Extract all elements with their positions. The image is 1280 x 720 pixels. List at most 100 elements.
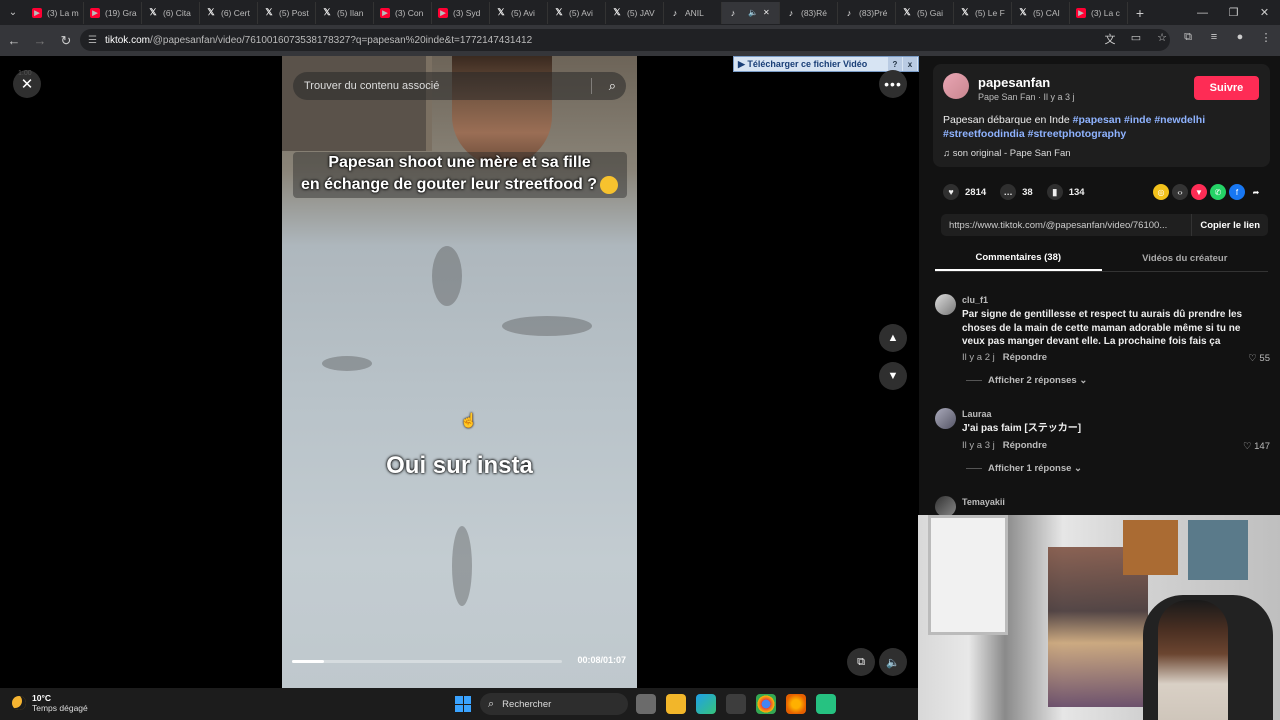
taskbar-search[interactable]: ⌕ Rechercher [480, 693, 628, 715]
save-button[interactable]: ▮ 134 [1046, 184, 1085, 200]
creator-avatar[interactable] [943, 73, 969, 99]
whatsapp-icon[interactable]: ✆ [1210, 184, 1226, 200]
forward-icon[interactable]: → [28, 29, 52, 53]
tab-creator-videos[interactable]: Vidéos du créateur [1102, 246, 1269, 271]
comment-button[interactable]: … 38 [1000, 184, 1033, 200]
back-icon[interactable]: ← [2, 29, 26, 53]
related-search-placeholder: Trouver du contenu associé [304, 80, 440, 92]
close-window-icon[interactable]: ✕ [1249, 0, 1280, 25]
video-link-url[interactable]: https://www.tiktok.com/@papesanfan/video… [941, 220, 1191, 231]
browser-menu-icon[interactable]: ⋮ [1258, 31, 1274, 47]
task-view-icon[interactable] [636, 694, 656, 714]
browser-tab[interactable]: 𝕏 (5) Gai [896, 1, 954, 24]
send-icon[interactable]: ▼ [1191, 184, 1207, 200]
browser-tab[interactable]: ♪ (83)Ré [780, 1, 838, 24]
reply-button[interactable]: Répondre [1003, 352, 1047, 363]
browser-tab[interactable]: 𝕏 (5) CAI [1012, 1, 1070, 24]
media-controls-icon[interactable]: ≡ [1206, 31, 1222, 47]
browser-tab[interactable]: 𝕏 (5) Le F [954, 1, 1012, 24]
download-close-button[interactable]: x [903, 57, 917, 71]
restore-icon[interactable]: ❐ [1218, 0, 1249, 25]
browser-tab[interactable]: ▶ (19) Gra [84, 1, 142, 24]
comment-username[interactable]: clu_f1 [962, 295, 988, 305]
chrome-icon[interactable] [756, 694, 776, 714]
hashtag-link[interactable]: #streetfoodindia [943, 128, 1025, 140]
video-player[interactable] [282, 56, 637, 688]
video-frame-stain [322, 356, 372, 371]
picture-in-picture-button[interactable]: ⧉ [847, 648, 875, 676]
new-tab-button[interactable]: + [1128, 5, 1152, 21]
reply-button[interactable]: Répondre [1003, 440, 1047, 451]
show-replies-button[interactable]: Afficher 1 réponse ⌄ [966, 463, 1082, 474]
volume-button[interactable]: 🔈 [879, 648, 907, 676]
weather-widget[interactable]: 10°C Temps dégagé [12, 693, 88, 713]
file-explorer-icon[interactable] [666, 694, 686, 714]
cast-icon[interactable]: ▭ [1128, 31, 1144, 47]
hashtag-link[interactable]: #inde [1124, 114, 1151, 126]
related-search-input[interactable]: Trouver du contenu associé ⌕ [293, 72, 626, 100]
video-caption-line2: en échange de gouter leur streetfood ? [282, 176, 637, 194]
browser-tab[interactable]: 𝕏 (5) Ilan [316, 1, 374, 24]
bookmark-star-icon[interactable]: ☆ [1154, 31, 1170, 47]
hashtag-link[interactable]: #papesan [1073, 114, 1121, 126]
browser-tab[interactable]: ▶ (3) La c [1070, 1, 1128, 24]
browser-tab[interactable]: ♪ 🔈 ✕ [722, 1, 780, 24]
share-arrow-icon[interactable]: ➦ [1248, 184, 1264, 200]
like-button[interactable]: ♥ 2814 [943, 184, 986, 200]
browser-tab[interactable]: ▶ (3) La m [26, 1, 84, 24]
search-icon[interactable]: ⌕ [609, 78, 616, 94]
hashtag-link[interactable]: #streetphotography [1028, 128, 1127, 140]
tab-audio-icon[interactable]: 🔈 [748, 8, 758, 17]
browser-tab[interactable]: 𝕏 (6) Cert [200, 1, 258, 24]
browser-tab[interactable]: 𝕏 (6) Cita [142, 1, 200, 24]
browser-tab[interactable]: 𝕏 (5) Post [258, 1, 316, 24]
previous-video-button[interactable]: ▲ [879, 324, 907, 352]
tab-comments[interactable]: Commentaires (38) [935, 246, 1102, 271]
store-icon[interactable] [726, 694, 746, 714]
minimize-icon[interactable]: — [1187, 0, 1218, 25]
download-video-button[interactable]: ▶ Télécharger ce fichier Vidéo [734, 59, 888, 70]
browser-tab[interactable]: 𝕏 (5) Avi [490, 1, 548, 24]
creator-username[interactable]: papesanfan [978, 75, 1050, 90]
browser-tab[interactable]: ♪ (83)Pré [838, 1, 896, 24]
show-replies-button[interactable]: Afficher 2 réponses ⌄ [966, 375, 1087, 386]
start-button-icon[interactable] [455, 696, 471, 712]
browser-tab-title: (5) Post [279, 7, 309, 18]
tab-search-menu-icon[interactable]: ⌄ [0, 0, 26, 25]
site-info-icon[interactable]: ☰ [88, 35, 97, 46]
comment-like-button[interactable]: ♡ 55 [1248, 353, 1270, 364]
facebook-icon[interactable]: f [1229, 184, 1245, 200]
next-video-button[interactable]: ▼ [879, 362, 907, 390]
repost-icon[interactable]: ◎ [1153, 184, 1169, 200]
translate-icon[interactable]: 文 [1102, 31, 1118, 47]
browser-tab-title: (5) Gai [917, 7, 943, 18]
tab-close-icon[interactable]: ✕ [763, 8, 770, 17]
reload-icon[interactable]: ↻ [54, 29, 78, 53]
browser-tab[interactable]: 𝕏 (5) JAV [606, 1, 664, 24]
copy-link-button[interactable]: Copier le lien [1191, 214, 1268, 236]
comment-username[interactable]: Temayakii [962, 497, 1005, 507]
x-icon: 𝕏 [1019, 7, 1027, 17]
embed-icon[interactable]: ‹› [1172, 184, 1188, 200]
extensions-icon[interactable]: ⧉ [1180, 31, 1196, 47]
url-field[interactable]: ☰ tiktok.com/@papesanfan/video/761001607… [80, 29, 1170, 51]
comment-username[interactable]: Lauraa [962, 409, 992, 419]
comment-like-button[interactable]: ♡ 147 [1243, 441, 1270, 452]
download-help-button[interactable]: ? [888, 57, 902, 71]
comment-avatar[interactable] [935, 294, 956, 315]
follow-button[interactable]: Suivre [1194, 76, 1259, 100]
app-icon[interactable] [816, 694, 836, 714]
video-progress-bar[interactable] [292, 660, 562, 663]
browser-tab[interactable]: ♪ ANIL [664, 1, 722, 24]
browser-tab[interactable]: ▶ (3) Syd [432, 1, 490, 24]
more-options-button[interactable]: ••• [879, 70, 907, 98]
comment-avatar[interactable] [935, 496, 956, 517]
comment-avatar[interactable] [935, 408, 956, 429]
edge-icon[interactable] [696, 694, 716, 714]
profile-icon[interactable]: ● [1232, 31, 1248, 47]
music-link[interactable]: ♫ son original - Pape San Fan [943, 148, 1071, 159]
firefox-icon[interactable] [786, 694, 806, 714]
browser-tab[interactable]: ▶ (3) Con [374, 1, 432, 24]
browser-tab[interactable]: 𝕏 (5) Avi [548, 1, 606, 24]
hashtag-link[interactable]: #newdelhi [1154, 114, 1205, 126]
